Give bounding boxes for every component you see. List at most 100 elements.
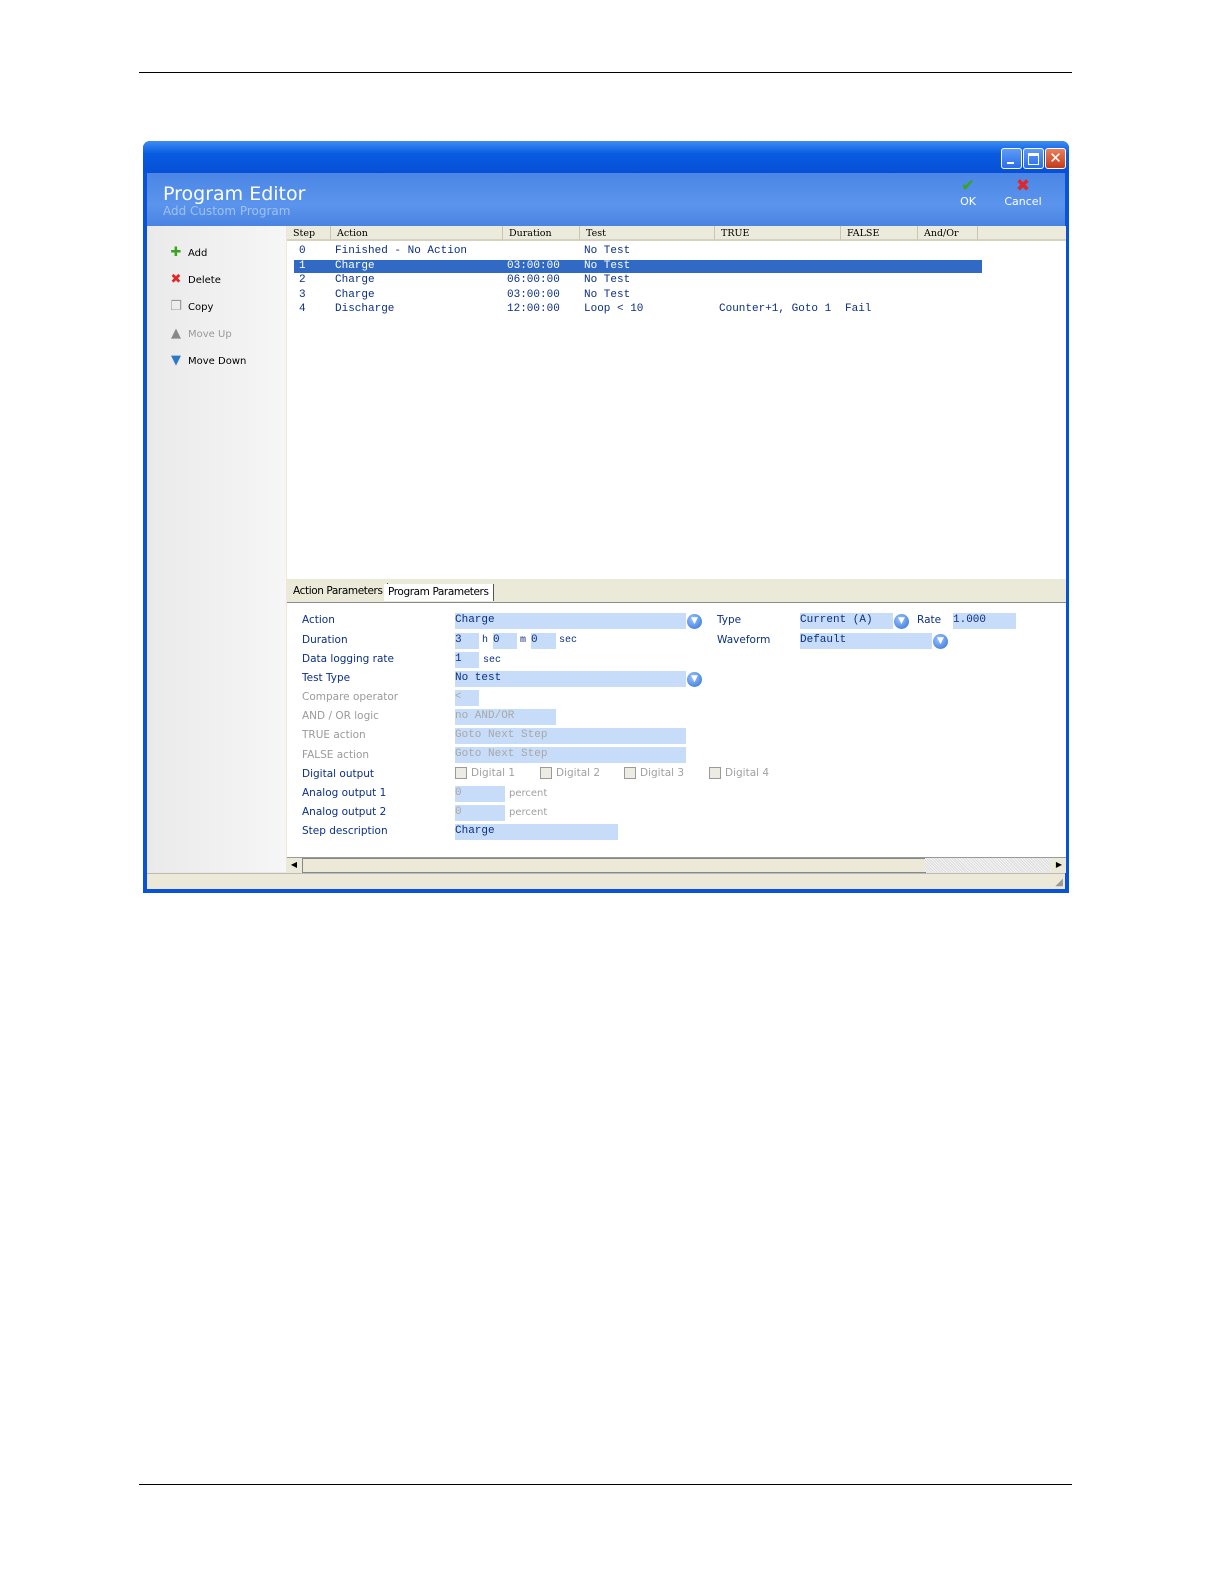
- duration-minutes-input[interactable]: 0: [493, 633, 517, 649]
- sidebar-item-label: Move Up: [188, 328, 232, 340]
- sidebar-move-up-button[interactable]: ▲ Move Up: [169, 327, 232, 341]
- minimize-button[interactable]: [1001, 148, 1022, 169]
- sidebar-move-down-button[interactable]: ▼ Move Down: [169, 354, 246, 368]
- page-top-rule: [139, 72, 1072, 73]
- scrollbar-track[interactable]: [925, 858, 1051, 872]
- analog-output-2-label: Analog output 2: [302, 806, 387, 818]
- page-title: Program Editor: [163, 183, 306, 205]
- digital-2-checkbox[interactable]: Digital 2: [540, 767, 600, 779]
- type-dropdown-chevron-icon[interactable]: ▼: [894, 614, 909, 629]
- table-row[interactable]: 0 Finished - No Action No Test: [294, 245, 982, 258]
- column-header-filler: [978, 226, 1066, 241]
- rate-label: Rate: [917, 614, 942, 626]
- sidebar-item-label: Copy: [188, 301, 214, 313]
- scroll-right-arrow-icon[interactable]: ▶: [1052, 858, 1066, 872]
- column-header-and-or[interactable]: And/Or: [918, 226, 978, 241]
- analog-1-unit: percent: [509, 788, 548, 799]
- checkmark-icon: ✔: [960, 176, 976, 196]
- analog-2-unit: percent: [509, 807, 548, 818]
- table-cell: 12:00:00: [507, 303, 560, 315]
- waveform-dropdown-chevron-icon[interactable]: ▼: [933, 634, 948, 649]
- copy-icon: ❐: [170, 299, 182, 314]
- test-type-select[interactable]: No test: [455, 671, 686, 687]
- test-type-label: Test Type: [302, 672, 351, 684]
- digital-3-checkbox[interactable]: Digital 3: [624, 767, 684, 779]
- header-banner: Program Editor Add Custom Program ✔ OK ✖…: [147, 173, 1065, 226]
- checkbox-label: Digital 1: [471, 767, 516, 779]
- column-header-duration[interactable]: Duration: [503, 226, 580, 241]
- seconds-unit: sec: [559, 635, 578, 646]
- column-header-false[interactable]: FALSE: [841, 226, 918, 241]
- and-or-input[interactable]: no AND/OR: [455, 709, 556, 725]
- sidebar-item-label: Add: [188, 247, 208, 259]
- tab-action-parameters[interactable]: Action Parameters: [289, 583, 388, 600]
- sidebar-item-label: Move Down: [188, 355, 247, 367]
- true-action-label: TRUE action: [302, 729, 366, 741]
- table-cell: No Test: [584, 274, 631, 286]
- rate-input[interactable]: 1.000: [953, 613, 1016, 629]
- scroll-left-arrow-icon[interactable]: ◀: [287, 858, 301, 872]
- table-row[interactable]: 2 Charge 06:00:00 No Test: [294, 274, 982, 287]
- minimize-icon: [1007, 162, 1014, 164]
- arrow-up-icon: ▲: [171, 326, 181, 341]
- analog-output-1-input[interactable]: 0: [455, 786, 505, 802]
- logging-rate-label: Data logging rate: [302, 653, 394, 665]
- analog-output-2-input[interactable]: 0: [455, 805, 505, 821]
- checkbox-icon: [540, 767, 552, 779]
- program-editor-window: ✕ Program Editor Add Custom Program ✔ OK…: [143, 141, 1069, 893]
- table-cell: 2: [299, 274, 306, 286]
- digital-1-checkbox[interactable]: Digital 1: [455, 767, 515, 779]
- logging-unit: sec: [483, 655, 502, 666]
- duration-hours-input[interactable]: 3: [455, 633, 479, 649]
- maximize-button[interactable]: [1023, 148, 1044, 169]
- title-bar[interactable]: ✕: [143, 141, 1069, 173]
- scrollbar-thumb[interactable]: [302, 858, 926, 873]
- action-parameters-panel: Action Charge ▼ Duration 3 h 0 m 0 sec D…: [287, 603, 1066, 857]
- horizontal-scrollbar[interactable]: ◀ ▶: [287, 857, 1066, 873]
- table-cell: Charge: [335, 288, 375, 301]
- table-cell: 03:00:00: [507, 259, 560, 272]
- sidebar: ✚ Add ✖ Delete ❐ Copy ▲ Move Up ▼ Move Down: [147, 226, 286, 872]
- logging-rate-input[interactable]: 1: [455, 652, 479, 668]
- sidebar-delete-button[interactable]: ✖ Delete: [169, 273, 221, 287]
- table-cell: 06:00:00: [507, 274, 560, 286]
- close-button[interactable]: ✕: [1045, 148, 1066, 169]
- type-select[interactable]: Current (A): [800, 613, 893, 629]
- table-row[interactable]: 3 Charge 03:00:00 No Test: [294, 289, 982, 302]
- ok-label: OK: [960, 195, 976, 208]
- table-cell: Charge: [335, 259, 375, 272]
- table-cell: Loop < 10: [584, 303, 644, 315]
- digital-4-checkbox[interactable]: Digital 4: [709, 767, 769, 779]
- duration-seconds-input[interactable]: 0: [531, 633, 556, 649]
- checkbox-label: Digital 4: [725, 767, 770, 779]
- sidebar-copy-button[interactable]: ❐ Copy: [169, 300, 213, 314]
- sidebar-add-button[interactable]: ✚ Add: [169, 246, 208, 260]
- action-select[interactable]: Charge: [455, 613, 686, 629]
- minutes-unit: m: [520, 635, 527, 646]
- compare-operator-input[interactable]: <: [455, 690, 479, 706]
- ok-button[interactable]: ✔ OK: [953, 177, 983, 208]
- false-action-input[interactable]: Goto Next Step: [455, 747, 686, 763]
- step-description-input[interactable]: Charge: [455, 824, 618, 840]
- page-bottom-rule: [139, 1484, 1072, 1485]
- checkbox-icon: [455, 767, 467, 779]
- arrow-down-icon: ▼: [171, 353, 181, 368]
- column-header-true[interactable]: TRUE: [715, 226, 841, 241]
- resize-grip-icon[interactable]: ◢: [1055, 877, 1063, 888]
- action-dropdown-chevron-icon[interactable]: ▼: [687, 614, 702, 629]
- test-type-dropdown-chevron-icon[interactable]: ▼: [687, 672, 702, 687]
- true-action-input[interactable]: Goto Next Step: [455, 728, 686, 744]
- step-description-label: Step description: [302, 825, 388, 837]
- delete-x-icon: ✖: [170, 272, 182, 287]
- waveform-label: Waveform: [717, 634, 771, 646]
- column-header-action[interactable]: Action: [331, 226, 503, 241]
- table-cell: Discharge: [335, 303, 395, 315]
- table-row[interactable]: 4 Discharge 12:00:00 Loop < 10 Counter+1, Go…: [294, 303, 982, 316]
- table-row[interactable]: 1 Charge 03:00:00 No Test: [294, 259, 982, 273]
- column-header-step[interactable]: Step: [287, 226, 331, 241]
- waveform-select[interactable]: Default: [800, 633, 932, 649]
- cancel-button[interactable]: ✖ Cancel: [1001, 177, 1045, 208]
- hours-unit: h: [482, 635, 489, 646]
- tab-program-parameters[interactable]: Program Parameters: [384, 584, 494, 601]
- column-header-test[interactable]: Test: [580, 226, 715, 241]
